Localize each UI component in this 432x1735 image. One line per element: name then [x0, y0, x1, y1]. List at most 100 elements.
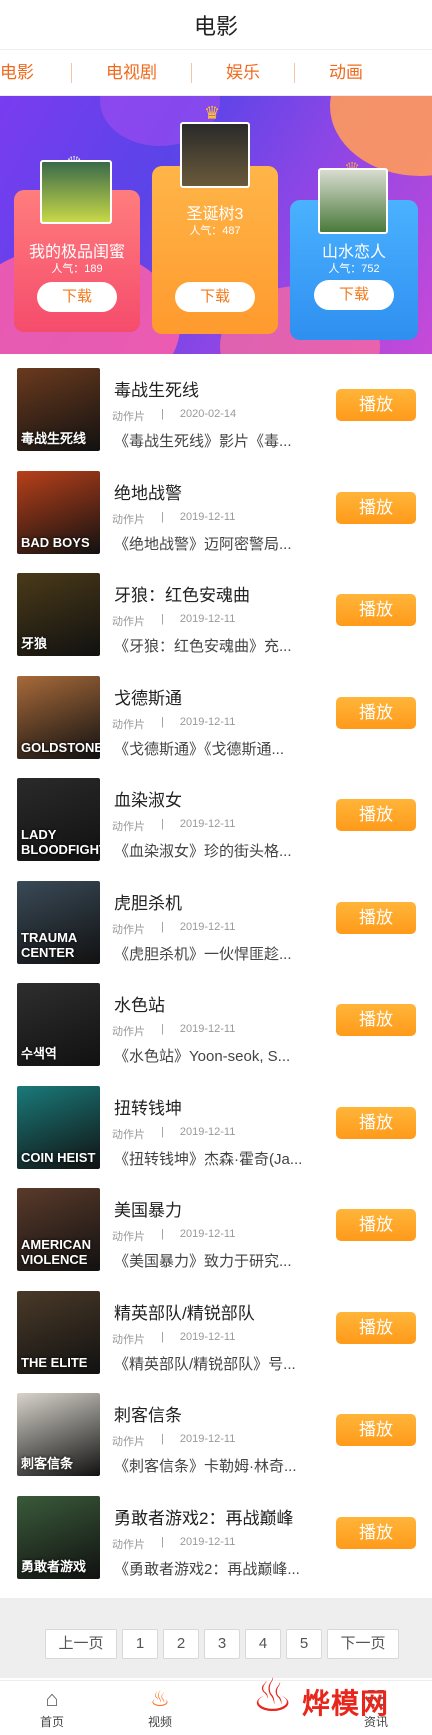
meta-divider: | — [161, 1433, 164, 1445]
movie-genre: 动作片 — [112, 718, 145, 731]
movie-list-item[interactable]: 刺客信条 刺客信条 动作片 | 2019-12-11 《刺客信条》卡勒姆·林奇.… — [0, 1381, 432, 1484]
movie-list-item[interactable]: BAD BOYS 绝地战警 动作片 | 2019-12-11 《绝地战警》迈阿密… — [0, 459, 432, 562]
movie-poster[interactable]: TRAUMA CENTER — [17, 880, 100, 964]
movie-title[interactable]: 牙狼：红色安魂曲 — [114, 581, 250, 606]
next-page-button[interactable]: 下一页 — [327, 1629, 399, 1659]
movie-description: 《扭转钱坤》杰森·霍奇(Ja... — [114, 1150, 303, 1168]
tab-tv-series[interactable]: 电视剧 — [72, 62, 192, 83]
movie-poster[interactable]: 刺客信条 — [17, 1393, 100, 1476]
play-button[interactable]: 播放 — [336, 1209, 416, 1241]
movie-list-item[interactable]: TRAUMA CENTER 虎胆杀机 动作片 | 2019-12-11 《虎胆杀… — [0, 869, 432, 972]
page-3-button[interactable]: 3 — [204, 1629, 240, 1659]
meta-divider: | — [161, 408, 164, 420]
poster-caption: GOLDSTONE — [21, 739, 100, 755]
movie-poster[interactable]: COIN HEIST — [17, 1085, 100, 1169]
movie-title[interactable]: 精英部队/精锐部队 — [114, 1299, 255, 1324]
movie-description: 《刺客信条》卡勒姆·林奇... — [114, 1458, 297, 1475]
movie-list-item[interactable]: COIN HEIST 扭转钱坤 动作片 | 2019-12-11 《扭转钱坤》杰… — [0, 1074, 432, 1177]
movie-meta: 动作片 | 2019-12-11 — [112, 1023, 235, 1039]
movie-title[interactable]: 绝地战警 — [114, 479, 182, 504]
movie-description: 《虎胆杀机》一伙悍匪趁... — [114, 945, 292, 963]
movie-date: 2019-12-11 — [179, 613, 236, 625]
card-poster[interactable] — [40, 160, 112, 224]
movie-poster[interactable]: 勇敢者游戏 — [17, 1495, 100, 1579]
prev-page-button[interactable]: 上一页 — [45, 1629, 117, 1659]
movie-title[interactable]: 戈德斯通 — [114, 684, 182, 709]
play-button[interactable]: 播放 — [336, 1516, 416, 1549]
movie-list-item[interactable]: 牙狼 牙狼：红色安魂曲 动作片 | 2019-12-11 《牙狼：红色安魂曲》充… — [0, 561, 432, 664]
movie-meta: 动作片 | 2019-12-11 — [112, 1331, 235, 1347]
poster-caption: THE ELITE — [21, 1354, 88, 1370]
movie-date: 2019-12-11 — [179, 1023, 236, 1035]
page-1-button[interactable]: 1 — [122, 1629, 158, 1659]
ranking-card-2[interactable]: ♛ 我的极品闺蜜 人气：189 下载 — [14, 154, 140, 332]
movie-title[interactable]: 美国暴力 — [114, 1196, 182, 1221]
movie-genre: 动作片 — [112, 411, 145, 423]
movie-poster[interactable]: LADY BLOODFIGHT — [17, 778, 100, 861]
ranking-card-3[interactable]: ♛ 山水恋人 人气：752 下载 — [290, 160, 418, 340]
movie-meta: 动作片 | 2019-12-11 — [112, 613, 235, 629]
movie-poster[interactable]: 牙狼 — [17, 573, 100, 656]
play-button[interactable]: 播放 — [336, 1311, 416, 1344]
movie-date: 2019-12-11 — [179, 510, 236, 523]
card-title: 我的极品闺蜜 — [28, 244, 125, 261]
download-button[interactable]: 下载 — [314, 280, 394, 310]
movie-title[interactable]: 扭转钱坤 — [114, 1094, 182, 1119]
play-button[interactable]: 播放 — [336, 901, 416, 934]
tab-animation[interactable]: 动画 — [295, 63, 397, 83]
movie-list-item[interactable]: 수색역 水色站 动作片 | 2019-12-11 《水色站》Yoon-seok,… — [0, 971, 432, 1074]
movie-list-item[interactable]: 毒战生死线 毒战生死线 动作片 | 2020-02-14 《毒战生死线》影片《毒… — [0, 356, 432, 459]
movie-poster[interactable]: THE ELITE — [17, 1290, 100, 1374]
play-button[interactable]: 播放 — [336, 491, 416, 524]
page-5-button[interactable]: 5 — [286, 1629, 322, 1659]
play-button[interactable]: 播放 — [336, 594, 416, 626]
movie-list-item[interactable]: THE ELITE 精英部队/精锐部队 动作片 | 2019-12-11 《精英… — [0, 1279, 432, 1382]
movie-poster[interactable]: AMERICAN VIOLENCE — [17, 1188, 100, 1271]
brand-text: 烨模网 — [302, 1688, 390, 1719]
poster-caption: TRAUMA CENTER — [21, 929, 77, 960]
play-button[interactable]: 播放 — [336, 799, 416, 831]
movie-poster[interactable]: 毒战生死线 — [17, 368, 100, 451]
nav-home-label: 首页 — [39, 1715, 64, 1729]
movie-title[interactable]: 水色站 — [114, 991, 165, 1016]
movie-title[interactable]: 虎胆杀机 — [114, 889, 182, 914]
movie-title[interactable]: 刺客信条 — [114, 1401, 182, 1426]
movie-date: 2019-12-11 — [179, 1535, 236, 1548]
movie-list-item[interactable]: AMERICAN VIOLENCE 美国暴力 动作片 | 2019-12-11 … — [0, 1176, 432, 1279]
card-poster[interactable] — [180, 122, 250, 188]
movie-genre: 动作片 — [112, 513, 145, 526]
movie-list-item[interactable]: LADY BLOODFIGHT 血染淑女 动作片 | 2019-12-11 《血… — [0, 766, 432, 869]
movie-poster[interactable]: GOLDSTONE — [17, 675, 100, 759]
play-button[interactable]: 播放 — [336, 696, 416, 729]
tab-movie[interactable]: 电影 — [0, 62, 72, 83]
movie-title[interactable]: 毒战生死线 — [114, 376, 199, 401]
download-button[interactable]: 下载 — [37, 282, 117, 312]
movie-list-item[interactable]: GOLDSTONE 戈德斯通 动作片 | 2019-12-11 《戈德斯通》《戈… — [0, 664, 432, 767]
play-button[interactable]: 播放 — [336, 1414, 416, 1446]
movie-poster[interactable]: BAD BOYS — [17, 470, 100, 554]
movie-meta: 动作片 | 2019-12-11 — [112, 921, 235, 937]
card-poster[interactable] — [318, 168, 388, 234]
movie-description: 《血染淑女》珍的街头格... — [114, 843, 292, 860]
play-button[interactable]: 播放 — [336, 389, 416, 421]
page-4-button[interactable]: 4 — [245, 1629, 281, 1659]
nav-video[interactable]: ♨ 视频 — [130, 1685, 190, 1730]
meta-divider: | — [161, 1023, 164, 1035]
download-button[interactable]: 下载 — [175, 282, 255, 312]
play-button[interactable]: 播放 — [336, 1106, 416, 1139]
nav-home[interactable]: ⌂ 首页 — [22, 1685, 82, 1730]
card-title: 山水恋人 — [321, 244, 386, 261]
poster-caption: BAD BOYS — [21, 534, 90, 550]
movie-description: 《牙狼：红色安魂曲》充... — [114, 638, 292, 655]
movie-date: 2019-12-11 — [179, 1228, 236, 1240]
movie-list-item[interactable]: 勇敢者游戏 勇敢者游戏2：再战巅峰 动作片 | 2019-12-11 《勇敢者游… — [0, 1484, 432, 1587]
tab-entertainment[interactable]: 娱乐 — [192, 62, 295, 83]
ranking-card-1[interactable]: ♛ 圣诞树3 人气：487 下载 — [152, 104, 278, 334]
movie-poster[interactable]: 수색역 — [17, 983, 100, 1066]
page-2-button[interactable]: 2 — [163, 1629, 199, 1659]
movie-meta: 动作片 | 2019-12-11 — [112, 716, 235, 732]
play-button[interactable]: 播放 — [336, 1004, 416, 1036]
movie-title[interactable]: 勇敢者游戏2：再战巅峰 — [114, 1504, 293, 1529]
movie-title[interactable]: 血染淑女 — [114, 786, 182, 811]
meta-divider: | — [161, 715, 164, 728]
